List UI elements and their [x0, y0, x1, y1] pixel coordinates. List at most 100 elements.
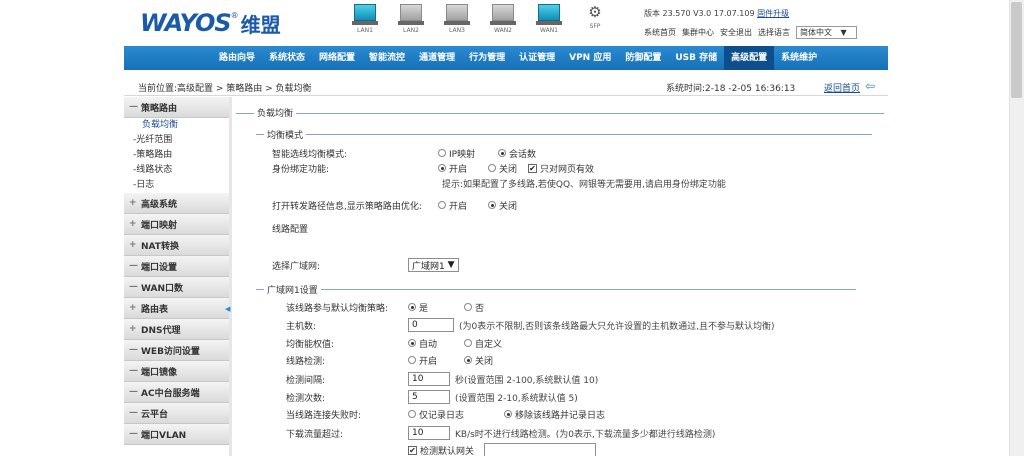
radio-button[interactable]: [504, 410, 512, 418]
radio-button[interactable]: [408, 410, 416, 418]
sidebar-group-wan-count[interactable]: — WAN口数: [124, 277, 229, 298]
wayos-logo[interactable]: WAYOS ® 维盟: [140, 8, 281, 38]
weight-label: 均衡能权值:: [286, 339, 335, 350]
nav-defense[interactable]: 防御配置: [618, 46, 668, 70]
smart-ipmap-option[interactable]: IP映射: [438, 147, 498, 160]
nav-network-config[interactable]: 网络配置: [312, 46, 362, 70]
sidebar-group-dns-proxy[interactable]: + DNS代理: [124, 319, 229, 340]
detect-count-hint: (设置范围 2-10,系统默认值 5): [455, 393, 578, 404]
sidebar-item-fiber-range[interactable]: -光纤范围: [124, 133, 229, 148]
sidebar-group-port-mirror[interactable]: — 端口镜像: [124, 361, 229, 382]
radio-button[interactable]: [498, 149, 506, 157]
wan-fieldset-border: [256, 289, 856, 290]
radio-button[interactable]: [408, 303, 416, 311]
smart-session-option[interactable]: 会话数: [498, 147, 536, 160]
nav-vpn[interactable]: VPN 应用: [562, 46, 618, 70]
radio-button[interactable]: [488, 201, 496, 209]
nav-maintenance[interactable]: 系统维护: [774, 46, 824, 70]
sidebar-item-load-balance[interactable]: 负载均衡: [124, 118, 229, 133]
gateway-check-option[interactable]: ✔ 检测默认网关: [408, 444, 474, 456]
sidebar-group-advanced-system[interactable]: + 高级系统: [124, 193, 229, 214]
back-arrow-icon[interactable]: ⇦: [865, 79, 875, 93]
sidebar-group-port-settings[interactable]: — 端口设置: [124, 256, 229, 277]
sidebar-item-line-status[interactable]: -线路状态: [124, 163, 229, 178]
radio-button[interactable]: [408, 356, 416, 364]
sidebar-item-policy-route[interactable]: -策略路由: [124, 148, 229, 163]
nav-usb[interactable]: USB 存储: [668, 46, 724, 70]
cluster-link[interactable]: 集群中心: [682, 27, 714, 38]
nav-smart-flow[interactable]: 智能流控: [362, 46, 412, 70]
checkbox-checked-icon[interactable]: ✔: [408, 445, 417, 455]
detect-count-input[interactable]: 5: [408, 390, 450, 404]
collapse-arrow-icon[interactable]: ◀: [225, 305, 230, 313]
radio-button[interactable]: [464, 303, 472, 311]
sidebar-group-web-access[interactable]: — WEB访问设置: [124, 340, 229, 361]
fail-log-only-option[interactable]: 仅记录日志: [408, 408, 504, 421]
logout-link[interactable]: 安全退出: [720, 27, 752, 38]
host-count-input[interactable]: 0: [408, 318, 454, 332]
identity-off-option[interactable]: 关闭: [488, 162, 528, 175]
nav-advanced[interactable]: 高级配置: [724, 46, 775, 70]
port-sfp-label: SFP: [589, 23, 601, 30]
scrollbar-thumb[interactable]: [1011, 2, 1022, 98]
port-wan1: WAN1: [526, 4, 572, 34]
checkbox-checked-icon[interactable]: ✔: [528, 163, 537, 173]
sidebar-group-ac-server[interactable]: — AC中台服务端: [124, 382, 229, 403]
sidebar-group-policy-route[interactable]: — 策略路由: [124, 97, 229, 118]
fail-action-label: 当线路连接失败时:: [286, 410, 362, 421]
join-no-option[interactable]: 否: [464, 301, 484, 314]
firmware-upgrade-link[interactable]: 固件升级: [757, 9, 789, 18]
sidebar-group-route-table[interactable]: + 路由表: [124, 298, 229, 319]
identity-web-only-option[interactable]: ✔ 只对网页有效: [528, 162, 594, 175]
minus-icon: —: [129, 102, 138, 112]
nav-route-wizard[interactable]: 路由向导: [212, 46, 262, 70]
wan-select[interactable]: 广域网1 ▼: [408, 258, 459, 272]
weight-custom-option[interactable]: 自定义: [464, 337, 502, 350]
radio-button[interactable]: [408, 339, 416, 347]
port-wan2-label: WAN2: [493, 27, 512, 34]
fail-remove-option[interactable]: 移除该线路并记录日志: [504, 408, 605, 421]
detect-on-option[interactable]: 开启: [408, 354, 464, 367]
sidebar-group-cloud[interactable]: — 云平台: [124, 403, 229, 424]
option-label: 开启: [449, 201, 468, 212]
detect-interval-input[interactable]: 10: [408, 372, 450, 386]
join-default-row: 该线路参与默认均衡策略: 是 否: [286, 300, 484, 314]
language-select[interactable]: 简体中文 ▼: [796, 26, 857, 39]
nav-behavior[interactable]: 行为管理: [462, 46, 512, 70]
detect-off-option[interactable]: 关闭: [464, 354, 493, 367]
nav-channel[interactable]: 通道管理: [412, 46, 462, 70]
sidebar-splitter[interactable]: [229, 97, 232, 456]
radio-button[interactable]: [464, 339, 472, 347]
nav-system-status[interactable]: 系统状态: [262, 46, 312, 70]
radio-button[interactable]: [488, 164, 496, 172]
logo-chinese: 维盟: [240, 12, 281, 37]
sidebar-group-nat[interactable]: + NAT转换: [124, 235, 229, 256]
detect-interval-row: 检测间隔: 10 秒(设置范围 2-100,系统默认值 10): [286, 372, 598, 386]
sidebar-group-port-mapping[interactable]: + 端口映射: [124, 214, 229, 235]
line-detect-row: 线路检测: 开启 关闭: [286, 353, 493, 367]
line-config-label: 线路配置: [272, 224, 309, 235]
minus-icon: —: [129, 282, 138, 292]
backup-on-option[interactable]: 开启: [438, 199, 488, 212]
weight-auto-option[interactable]: 自动: [408, 337, 464, 350]
radio-button[interactable]: [438, 201, 446, 209]
sfp-module-icon: ⚙: [588, 3, 602, 21]
gateway-input[interactable]: [484, 443, 597, 456]
host-count-hint: (为0表示不限制,否则该条线路最大只允许设置的主机数通过,且不参与默认均衡): [459, 321, 775, 332]
radio-button[interactable]: [464, 356, 472, 364]
identity-on-option[interactable]: 开启: [438, 162, 488, 175]
flow-threshold-input[interactable]: 10: [408, 426, 450, 440]
radio-button[interactable]: [438, 149, 446, 157]
right-gutter: [888, 0, 1024, 456]
nav-auth[interactable]: 认证管理: [512, 46, 562, 70]
home-link[interactable]: 系统首页: [644, 27, 676, 38]
sidebar-item-log[interactable]: -日志: [124, 178, 229, 193]
radio-button[interactable]: [438, 164, 446, 172]
sidebar-group-port-vlan[interactable]: — 端口VLAN: [124, 424, 229, 445]
back-home-link[interactable]: 返回首页: [824, 81, 860, 94]
sidebar-group-label: 端口VLAN: [141, 430, 187, 441]
backup-off-option[interactable]: 关闭: [488, 199, 517, 212]
backup-row: 打开转发路径信息,显示策略路由优化: 开启 关闭: [272, 198, 517, 212]
join-yes-option[interactable]: 是: [408, 301, 464, 314]
option-label: 自动: [419, 339, 438, 350]
